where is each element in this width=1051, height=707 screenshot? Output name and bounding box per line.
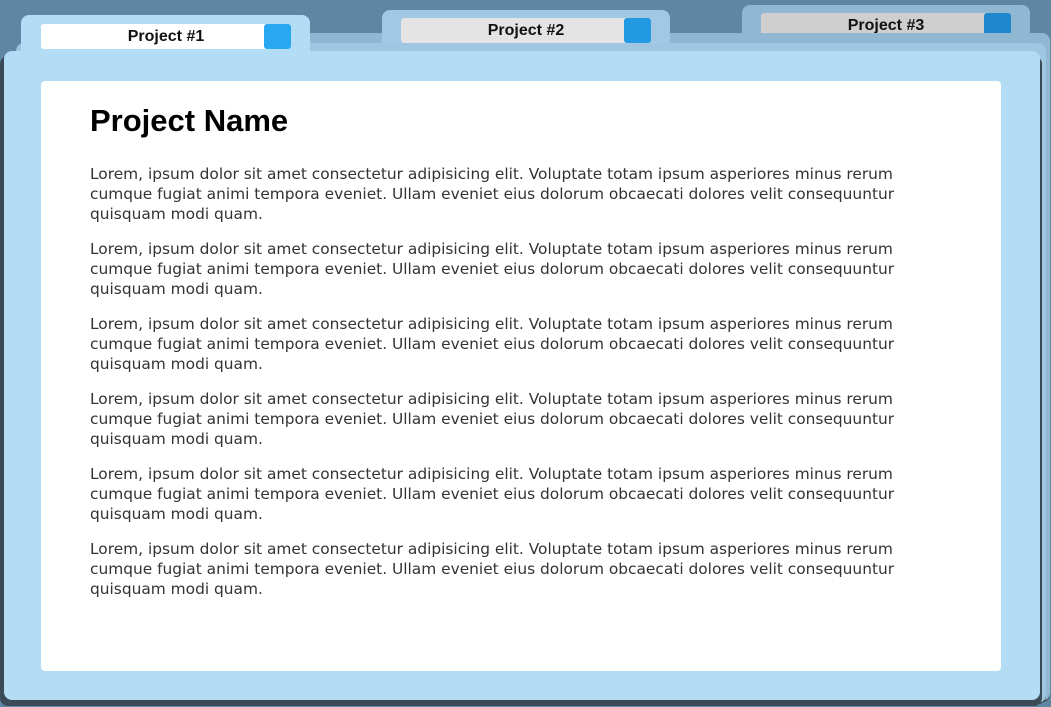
- paragraph-list: Lorem, ipsum dolor sit amet consectetur …: [90, 164, 950, 614]
- paragraph: Lorem, ipsum dolor sit amet consectetur …: [90, 240, 895, 298]
- tab-button[interactable]: [264, 24, 291, 49]
- tab-label: Project #1: [127, 27, 205, 45]
- page-title: Project Name: [90, 103, 289, 138]
- paragraph: Lorem, ipsum dolor sit amet consectetur …: [90, 390, 895, 448]
- paragraph: Lorem, ipsum dolor sit amet consectetur …: [90, 165, 895, 223]
- tab-label: Project #2: [487, 21, 565, 39]
- content-panel: Project Name Lorem, ipsum dolor sit amet…: [41, 81, 1001, 671]
- paragraph: Lorem, ipsum dolor sit amet consectetur …: [90, 465, 895, 523]
- tab-button[interactable]: [624, 18, 651, 43]
- paragraph: Lorem, ipsum dolor sit amet consectetur …: [90, 540, 895, 598]
- tab-label-box: Project #2: [401, 18, 651, 43]
- paragraph: Lorem, ipsum dolor sit amet consectetur …: [90, 315, 895, 373]
- tab-label-box: Project #1: [41, 24, 291, 49]
- tab-label: Project #3: [847, 16, 925, 34]
